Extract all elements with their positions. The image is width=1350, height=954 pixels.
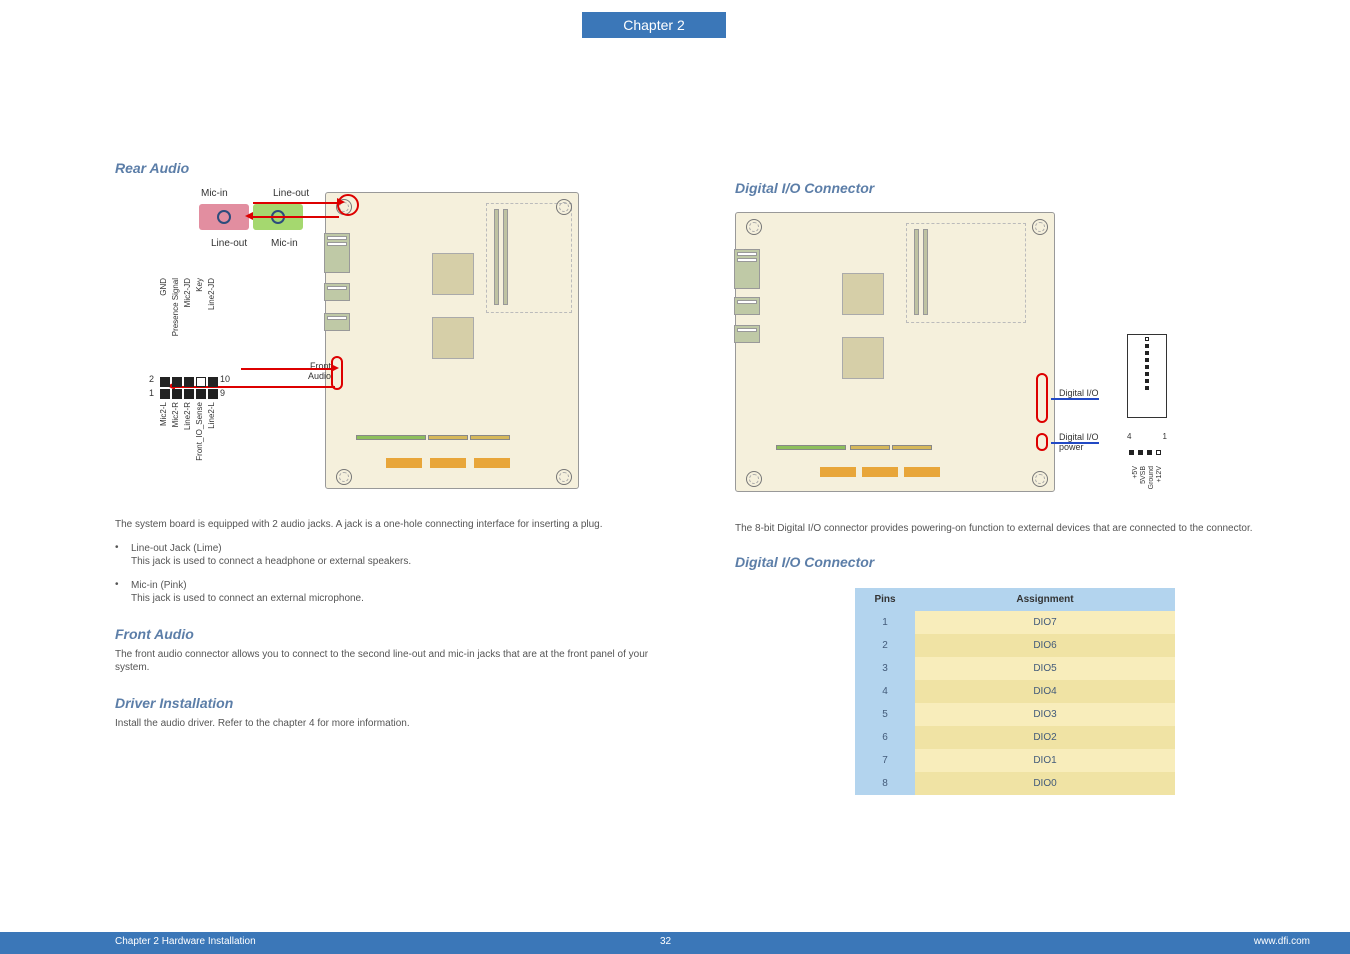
vlabel-5vsb: 5VSB — [1140, 466, 1147, 484]
footer-chapter: Chapter 2 Hardware Installation — [115, 936, 256, 947]
front-audio-pinheader-top — [159, 377, 219, 387]
table-row: 7DIO1 — [855, 749, 1175, 772]
left-board-diagram: Mic-in Line-out Line-out Mic-in Front Au… — [215, 182, 585, 492]
label-mic-in-bot: Mic-in — [271, 238, 298, 249]
right-column: Digital I/O Connector — [735, 180, 1265, 795]
vlabel-key: Key — [195, 278, 204, 292]
vlabel-presence: Presence Signal — [171, 278, 180, 336]
heading-driver-install: Driver Installation — [115, 695, 675, 711]
arrow-line-out — [253, 202, 339, 204]
footer-page: 32 — [660, 936, 671, 947]
footer: Chapter 2 Hardware Installation 32 www.d… — [0, 932, 1350, 954]
table-row: 5DIO3 — [855, 703, 1175, 726]
front-audio-highlight — [331, 356, 343, 390]
vlabel-12v: +12V — [1156, 466, 1163, 483]
front-audio-pinheader-bot — [159, 389, 219, 399]
bullet-mic-in: • Mic-in (Pink) This jack is used to con… — [115, 579, 675, 606]
label-line-out-top: Line-out — [273, 188, 309, 199]
table-row: 8DIO0 — [855, 772, 1175, 795]
table-row: 4DIO4 — [855, 680, 1175, 703]
vlabel-mic2r: Mic2-R — [171, 402, 180, 427]
label-dio-power: Digital I/O power — [1059, 432, 1105, 452]
table-row: 1DIO7 — [855, 611, 1175, 634]
vlabel-ground: Ground — [1148, 466, 1155, 489]
vlabel-mic2jd: Mic2-JD — [183, 278, 192, 307]
heading-dio-settings: Digital I/O Connector — [735, 554, 1265, 570]
vlabel-line2l: Line2-L — [207, 402, 216, 429]
front-audio-label: Front Audio — [291, 362, 331, 382]
dio-power-highlight — [1036, 433, 1048, 451]
arrow-mic-in — [253, 216, 339, 218]
heading-rear-audio: Rear Audio — [115, 160, 675, 176]
rear-audio-para: The system board is equipped with 2 audi… — [115, 518, 675, 532]
bullet-line-out-title: Line-out Jack (Lime) — [131, 543, 222, 554]
bullet-line-out: • Line-out Jack (Lime) This jack is used… — [115, 542, 675, 569]
label-dio: Digital I/O — [1059, 388, 1099, 398]
table-row: 6DIO2 — [855, 726, 1175, 749]
dio-table: Pins Assignment 1DIO7 2DIO6 3DIO5 4DIO4 … — [855, 588, 1175, 795]
pin-2: 2 — [149, 374, 154, 384]
vlabel-gnd: GND — [159, 278, 168, 296]
bullet-line-out-body: This jack is used to connect a headphone… — [131, 556, 411, 567]
label-line-out-bot: Line-out — [211, 238, 247, 249]
bullet-mic-in-title: Mic-in (Pink) — [131, 580, 187, 591]
chapter-tab: Chapter 2 — [582, 12, 726, 38]
vlabel-mic2l: Mic2-L — [159, 402, 168, 426]
dio-para: The 8-bit Digital I/O connector provides… — [735, 522, 1265, 536]
heading-front-audio: Front Audio — [115, 626, 675, 642]
th-pins: Pins — [855, 588, 915, 611]
vlabel-line2jd: Line2-JD — [207, 278, 216, 310]
mic-in-jack — [199, 204, 249, 230]
th-assign: Assignment — [915, 588, 1175, 611]
bullet-mic-in-body: This jack is used to connect an external… — [131, 593, 364, 604]
pin-9: 9 — [220, 388, 225, 398]
table-row: 3DIO5 — [855, 657, 1175, 680]
vlabel-frontiosense: Front_IO_Sense — [195, 402, 204, 461]
pin-1: 1 — [149, 388, 154, 398]
label-mic-in-top: Mic-in — [201, 188, 228, 199]
vlabel-5v: +5V — [1132, 466, 1139, 479]
table-row: 2DIO6 — [855, 634, 1175, 657]
power-nums: 41 — [1127, 432, 1167, 441]
dio-power-row — [1127, 444, 1167, 460]
left-column: Rear Audio — [115, 140, 675, 730]
heading-dio: Digital I/O Connector — [735, 180, 1265, 196]
front-audio-para: The front audio connector allows you to … — [115, 648, 675, 675]
right-board-diagram: Digital I/O Digital I/O power 41 +5V 5VS… — [735, 202, 1105, 502]
dio-highlight — [1036, 373, 1048, 423]
footer-url: www.dfi.com — [1254, 936, 1310, 947]
vlabel-line2r: Line2-R — [183, 402, 192, 430]
pin-10: 10 — [220, 374, 230, 384]
dio-pin-box — [1127, 334, 1167, 418]
driver-install-para: Install the audio driver. Refer to the c… — [115, 717, 675, 731]
